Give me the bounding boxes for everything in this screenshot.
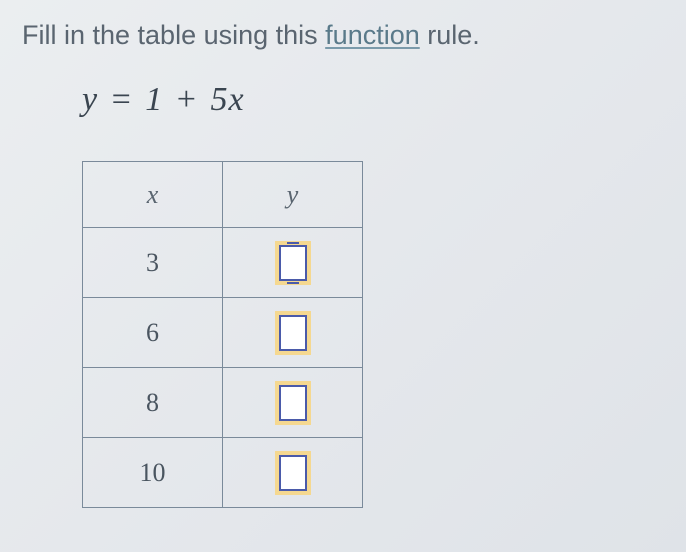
operator: + xyxy=(177,81,197,118)
y-cell xyxy=(223,298,363,368)
table-header-row: x y xyxy=(83,162,363,228)
coefficient: 5 xyxy=(210,81,228,118)
function-rule: y = 1 + 5x xyxy=(82,81,664,119)
function-table: x y 3 6 8 10 xyxy=(82,161,363,508)
y-input[interactable] xyxy=(279,315,307,351)
instruction-before: Fill in the table using this xyxy=(22,20,325,50)
y-input[interactable] xyxy=(279,245,307,281)
table-row: 10 xyxy=(83,438,363,508)
y-input[interactable] xyxy=(279,455,307,491)
table-row: 6 xyxy=(83,298,363,368)
equals-sign: = xyxy=(112,81,132,118)
function-link[interactable]: function xyxy=(325,20,420,50)
y-input[interactable] xyxy=(279,385,307,421)
table-row: 8 xyxy=(83,368,363,438)
instruction-after: rule. xyxy=(420,20,480,50)
x-value: 6 xyxy=(83,298,223,368)
y-cell xyxy=(223,228,363,298)
x-value: 3 xyxy=(83,228,223,298)
lhs-variable: y xyxy=(82,81,98,118)
y-cell xyxy=(223,368,363,438)
y-cell xyxy=(223,438,363,508)
rhs-variable: x xyxy=(228,81,244,118)
instruction-text: Fill in the table using this function ru… xyxy=(22,18,664,53)
x-value: 8 xyxy=(83,368,223,438)
header-y: y xyxy=(223,162,363,228)
table-row: 3 xyxy=(83,228,363,298)
header-x: x xyxy=(83,162,223,228)
x-value: 10 xyxy=(83,438,223,508)
constant: 1 xyxy=(145,81,163,118)
